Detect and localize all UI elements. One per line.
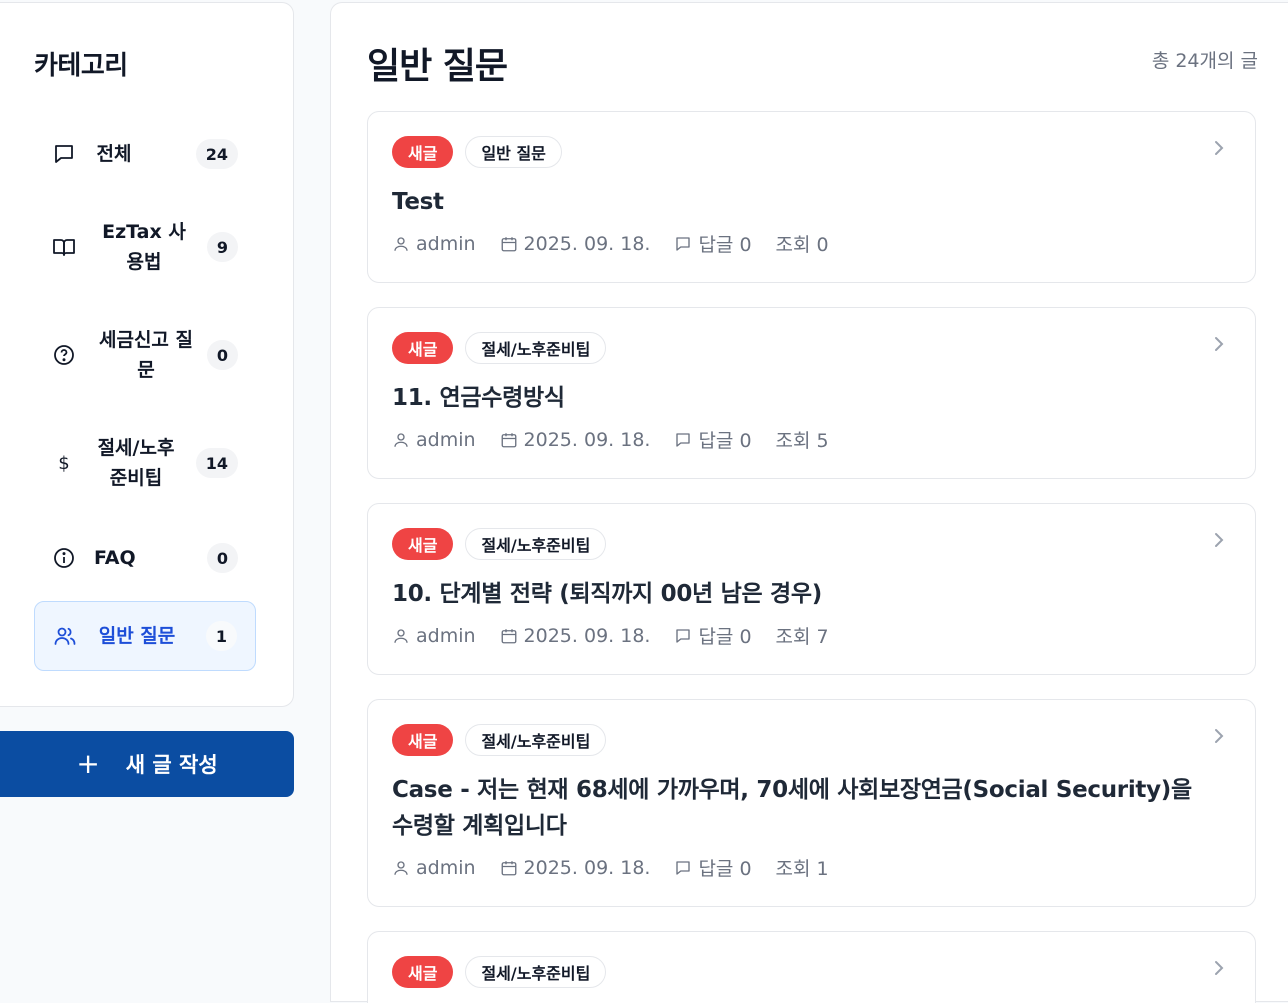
category-label: 절세/노후준비팁 (97, 437, 175, 489)
post-views: 조회 1 (775, 858, 829, 880)
category-general-questions[interactable]: 일반 질문 1 (34, 601, 256, 671)
category-eztax-guide[interactable]: EzTax 사용법 9 (34, 215, 256, 279)
comment-icon (676, 628, 691, 643)
post-replies: 답글 0 (698, 858, 752, 880)
users-icon (53, 624, 77, 648)
post-date: 2025. 09. 18. (523, 428, 651, 451)
help-circle-icon (52, 343, 76, 367)
chevron-right-icon (1215, 533, 1224, 547)
post-date: 2025. 09. 18. (523, 232, 651, 255)
post-card[interactable]: 새글 절세/노후준비팁 (367, 931, 1256, 1003)
book-open-icon (52, 235, 76, 259)
total-post-count: 총 24개의 글 (1151, 50, 1258, 72)
sidebar-title: 카테고리 (34, 51, 128, 81)
category-label: 일반 질문 (98, 625, 176, 647)
new-post-button[interactable]: + 새 글 작성 (0, 731, 294, 797)
category-count: 0 (206, 543, 238, 573)
post-replies: 답글 0 (698, 234, 752, 256)
post-author: admin (416, 428, 476, 451)
user-icon (394, 860, 408, 875)
message-square-icon (52, 142, 76, 166)
new-badge: 새글 (392, 136, 454, 168)
comment-icon (676, 236, 691, 251)
calendar-icon (501, 236, 516, 251)
new-badge: 새글 (392, 956, 454, 988)
category-tag: 일반 질문 (465, 136, 562, 168)
post-replies: 답글 0 (698, 430, 752, 452)
plus-icon: + (76, 747, 100, 780)
post-views: 조회 5 (775, 430, 829, 452)
category-tax-saving-tips[interactable]: $ 절세/노후준비팁 14 (34, 431, 256, 495)
chevron-right-icon (1215, 337, 1224, 351)
post-title: 10. 단계별 전략 (퇴직까지 00년 남은 경우) (392, 581, 822, 607)
category-tag: 절세/노후준비팁 (465, 956, 607, 988)
calendar-icon (501, 860, 516, 875)
post-meta: admin 2025. 09. 18. 답글 0 조회 5 (392, 426, 853, 453)
new-badge: 새글 (392, 332, 454, 364)
post-author: admin (416, 856, 476, 879)
post-title: Case - 저는 현재 68세에 가까우며, 70세에 사회보장연금(Soci… (392, 777, 1192, 839)
user-icon (394, 236, 408, 251)
category-count: 1 (205, 621, 237, 651)
post-author: admin (416, 624, 476, 647)
category-label: FAQ (94, 547, 136, 569)
category-sidebar: 카테고리 전체 24 EzTax 사용법 9 세금신고 질문 0 $ 절세/노후… (0, 2, 294, 707)
post-replies: 답글 0 (698, 626, 752, 648)
category-tax-filing-questions[interactable]: 세금신고 질문 0 (34, 323, 256, 387)
post-card[interactable]: 새글 절세/노후준비팁 10. 단계별 전략 (퇴직까지 00년 남은 경우) … (367, 503, 1256, 675)
post-card[interactable]: 새글 절세/노후준비팁 11. 연금수령방식 admin 2025. 09. 1… (367, 307, 1256, 479)
calendar-icon (501, 628, 516, 643)
post-meta: admin 2025. 09. 18. 답글 0 조회 1 (392, 854, 853, 881)
post-meta: admin 2025. 09. 18. 답글 0 조회 7 (392, 622, 853, 649)
category-count: 0 (206, 340, 238, 370)
post-date: 2025. 09. 18. (523, 624, 651, 647)
category-label: 전체 (96, 143, 132, 165)
info-icon (52, 546, 76, 570)
user-icon (394, 432, 408, 447)
comment-icon (676, 432, 691, 447)
new-badge: 새글 (392, 528, 454, 560)
post-title: Test (392, 189, 444, 215)
category-count: 24 (195, 139, 238, 169)
post-views: 조회 7 (775, 626, 829, 648)
dollar-sign-icon: $ (58, 452, 70, 474)
category-label: 세금신고 질문 (98, 329, 193, 381)
post-list-panel: 일반 질문 총 24개의 글 새글 일반 질문 Test admin 2025.… (330, 2, 1288, 1003)
category-faq[interactable]: FAQ 0 (34, 537, 256, 579)
category-tag: 절세/노후준비팁 (465, 332, 607, 364)
post-author: admin (416, 232, 476, 255)
category-count: 14 (195, 448, 238, 478)
post-meta: admin 2025. 09. 18. 답글 0 조회 0 (392, 230, 853, 257)
category-count: 9 (206, 232, 238, 262)
category-all[interactable]: 전체 24 (34, 133, 256, 175)
category-tag: 절세/노후준비팁 (465, 528, 607, 560)
calendar-icon (501, 432, 516, 447)
comment-icon (676, 860, 691, 875)
post-card[interactable]: 새글 절세/노후준비팁 Case - 저는 현재 68세에 가까우며, 70세에… (367, 699, 1256, 907)
post-views: 조회 0 (775, 234, 829, 256)
page-title: 일반 질문 (367, 46, 508, 87)
post-date: 2025. 09. 18. (523, 856, 651, 879)
category-label: EzTax 사용법 (102, 221, 186, 273)
chevron-right-icon (1215, 141, 1224, 155)
post-title: 11. 연금수령방식 (392, 385, 565, 411)
post-card[interactable]: 새글 일반 질문 Test admin 2025. 09. 18. 답글 0 조… (367, 111, 1256, 283)
user-icon (394, 628, 408, 643)
new-badge: 새글 (392, 724, 454, 756)
chevron-right-icon (1215, 729, 1224, 743)
new-post-label: 새 글 작성 (125, 753, 218, 777)
chevron-right-icon (1215, 961, 1224, 975)
category-tag: 절세/노후준비팁 (465, 724, 607, 756)
